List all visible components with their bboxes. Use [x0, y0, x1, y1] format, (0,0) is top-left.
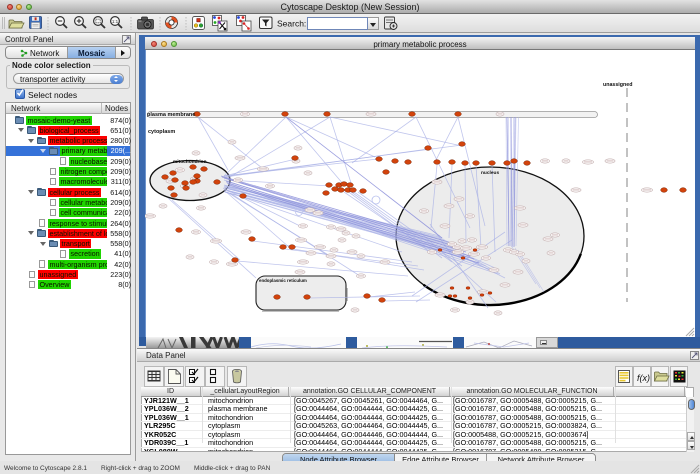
svg-text:Search:: Search:	[277, 19, 306, 29]
svg-text:f(x): f(x)	[637, 373, 650, 383]
svg-text:mitochondrion: mitochondrion	[173, 159, 207, 165]
svg-text:endoplasmic reticulum: endoplasmic reticulum	[259, 278, 307, 283]
svg-text:plasma membrane: plasma membrane	[147, 112, 195, 118]
svg-text:cytoplasm: cytoplasm	[148, 129, 175, 135]
svg-text:unassigned: unassigned	[603, 82, 632, 88]
svg-text:1:1: 1:1	[112, 19, 119, 24]
svg-text:nucleus: nucleus	[481, 170, 499, 176]
